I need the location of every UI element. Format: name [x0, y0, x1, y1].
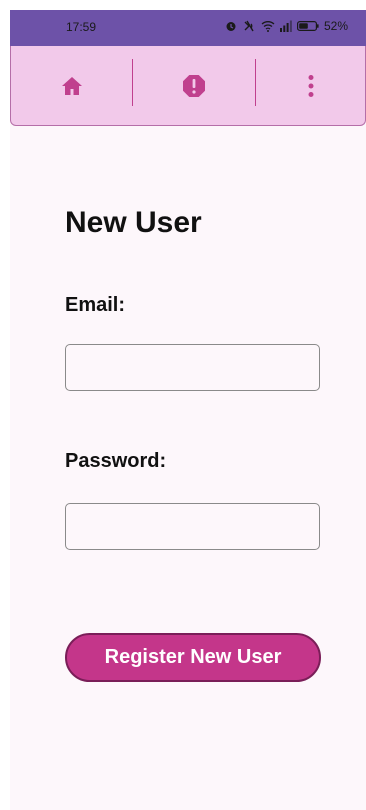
- alert-octagon-icon: [183, 74, 205, 97]
- app-screen: 17:59 52% New User Email: Password: Regi…: [10, 10, 366, 810]
- password-field[interactable]: [65, 503, 320, 550]
- top-toolbar: [10, 46, 366, 126]
- status-icons: 52%: [225, 19, 348, 33]
- signal-icon: [279, 20, 292, 32]
- password-label: Password:: [65, 450, 167, 472]
- alarm-icon: [226, 22, 236, 31]
- wifi-icon: [261, 21, 275, 32]
- home-button[interactable]: [11, 46, 133, 125]
- battery-percent: 52%: [323, 19, 348, 33]
- home-icon: [62, 76, 82, 95]
- email-label: Email:: [65, 294, 126, 316]
- status-time: 17:59: [66, 20, 97, 34]
- register-button[interactable]: Register New User: [65, 633, 321, 682]
- battery-icon: [296, 21, 319, 32]
- alert-button[interactable]: [133, 46, 255, 125]
- email-field[interactable]: [65, 344, 320, 391]
- status-bar: 17:59 52%: [10, 10, 366, 46]
- vibrate-icon: [244, 20, 254, 32]
- more-vert-icon: [308, 74, 314, 97]
- page-title: New User: [65, 206, 202, 239]
- more-options-button[interactable]: [255, 46, 366, 125]
